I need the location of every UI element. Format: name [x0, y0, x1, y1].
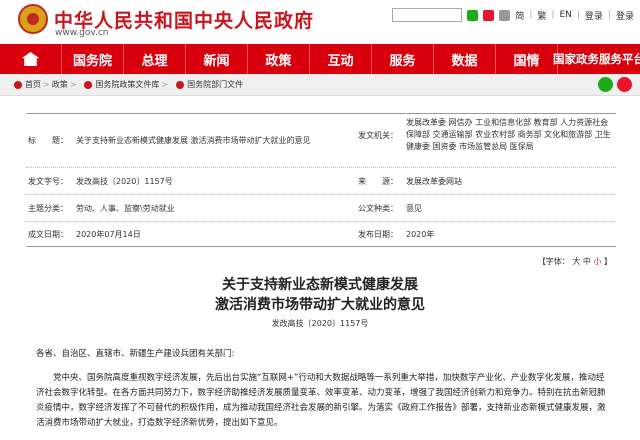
lang-simplified-link[interactable]: 简	[515, 9, 524, 22]
register-link[interactable]: 登录	[616, 9, 634, 22]
font-size-medium-button[interactable]: 中	[583, 257, 591, 266]
nav-item-state-council[interactable]: 国务院	[62, 44, 124, 74]
meta-written-label: 成文日期：	[28, 229, 68, 239]
article-doc-number: 发改高技〔2020〕1157号	[271, 319, 369, 328]
home-icon	[21, 52, 40, 66]
top-toolbar: 简 | 繁 | EN | 登录 | 登录	[392, 8, 634, 22]
meta-genre-label: 公文种类：	[358, 203, 398, 213]
crumb-arrow-icon: >	[43, 80, 50, 89]
article-title-line2: 激活消费市场带动扩大就业的意见	[215, 297, 425, 313]
font-size-end: 】	[604, 257, 612, 266]
crumb-dept-docs[interactable]: 国务院部门文件	[187, 79, 243, 90]
nav-item-premier[interactable]: 总理	[124, 44, 186, 74]
nav-item-gov-service-platform[interactable]: 国家政务服务平台	[553, 44, 640, 74]
crumb-home[interactable]: 首页	[25, 79, 41, 90]
nav-item-news[interactable]: 新闻	[186, 44, 248, 74]
crumb-policy-library[interactable]: 国务院政策文件库	[95, 79, 159, 90]
share-bar	[598, 77, 632, 92]
national-emblem-logo[interactable]	[18, 4, 48, 34]
wechat-icon[interactable]	[467, 9, 479, 21]
article-body: 党中央、国务院高度重视数字经济发展，先后出台实施“互联网+”行动和大数据战略等一…	[36, 373, 606, 428]
search-input[interactable]	[392, 8, 463, 22]
login-link[interactable]: 登录	[585, 9, 603, 22]
meta-row-docnum: 发文字号： 发改高技〔2020〕1157号 来 源： 发展改革委网站	[26, 168, 616, 195]
meta-row-dates: 成文日期： 2020年07月14日 发布日期： 2020年	[26, 222, 616, 246]
meta-source-label: 来 源：	[358, 176, 398, 186]
meta-topic-label: 主题分类：	[28, 203, 68, 213]
nav-item-interaction[interactable]: 互动	[310, 44, 372, 74]
mobile-icon[interactable]	[499, 9, 511, 21]
site-header: 中华人民共和国中央人民政府 www.gov.cn 简 | 繁 | EN | 登录…	[0, 0, 640, 44]
meta-issuer-value: 发展改革委 网信办 工业和信息化部 教育部 人力资源社会保障部 交通运输部 农业…	[406, 118, 611, 151]
nav-item-home[interactable]	[0, 44, 62, 74]
crumb-arrow-icon: >	[69, 80, 77, 89]
nav-item-data[interactable]: 数据	[434, 44, 496, 74]
font-size-control: 【字体： 大 中 小 】	[538, 256, 612, 267]
main-nav: 国务院 总理 新闻 政策 互动 服务 数据 国情 国家政务服务平台	[0, 44, 640, 74]
meta-published-value: 2020年	[406, 229, 435, 239]
meta-source-value: 发展改革委网站	[406, 176, 462, 186]
site-url: www.gov.cn	[55, 28, 109, 38]
meta-issuer-label: 发文机关：	[358, 131, 398, 140]
meta-published-label: 发布日期：	[358, 229, 398, 239]
meta-row-title: 标 题： 关于支持新业态新模式健康发展 激活消费市场带动扩大就业的意见 发文机关…	[26, 114, 616, 168]
font-size-small-button[interactable]: 小	[593, 257, 601, 266]
meta-title-label: 标 题：	[28, 136, 68, 145]
meta-written-value: 2020年07月14日	[76, 229, 141, 239]
meta-title-value: 关于支持新业态新模式健康发展 激活消费市场带动扩大就业的意见	[76, 136, 311, 145]
nav-item-service[interactable]: 服务	[372, 44, 434, 74]
home-crumb-icon	[14, 80, 22, 89]
crumb-policy[interactable]: 政策	[52, 79, 68, 90]
meta-docnum-label: 发文字号：	[28, 176, 68, 186]
meta-genre-value: 意见	[406, 203, 422, 213]
crumb-doc-icon	[176, 80, 185, 89]
nav-item-national-info[interactable]: 国情	[496, 44, 558, 74]
meta-row-topic: 主题分类： 劳动、人事、监察\劳动就业 公文种类： 意见	[26, 195, 616, 222]
meta-docnum-value: 发改高技〔2020〕1157号	[76, 176, 173, 186]
weibo-icon[interactable]	[483, 9, 495, 21]
article-salutation: 各省、自治区、直辖市、新疆生产建设兵团有关部门:	[36, 349, 235, 359]
article-title-line1: 关于支持新业态新模式健康发展	[222, 277, 418, 293]
crumb-arrow-icon: >	[161, 80, 169, 89]
breadcrumb: 首页 > 政策 > 国务院政策文件库 > 国务院部门文件	[0, 74, 640, 96]
nav-item-policy[interactable]: 政策	[248, 44, 310, 74]
share-weibo-icon[interactable]	[617, 77, 632, 92]
lang-english-link[interactable]: EN	[559, 10, 571, 20]
meta-topic-value: 劳动、人事、监察\劳动就业	[76, 203, 175, 213]
crumb-doc-icon	[84, 80, 93, 89]
lang-traditional-link[interactable]: 繁	[537, 9, 546, 22]
font-size-large-button[interactable]: 大	[572, 257, 580, 266]
document-metadata-table: 标 题： 关于支持新业态新模式健康发展 激活消费市场带动扩大就业的意见 发文机关…	[26, 113, 616, 247]
font-size-label: 【字体：	[537, 257, 570, 266]
share-wechat-icon[interactable]	[598, 77, 613, 92]
